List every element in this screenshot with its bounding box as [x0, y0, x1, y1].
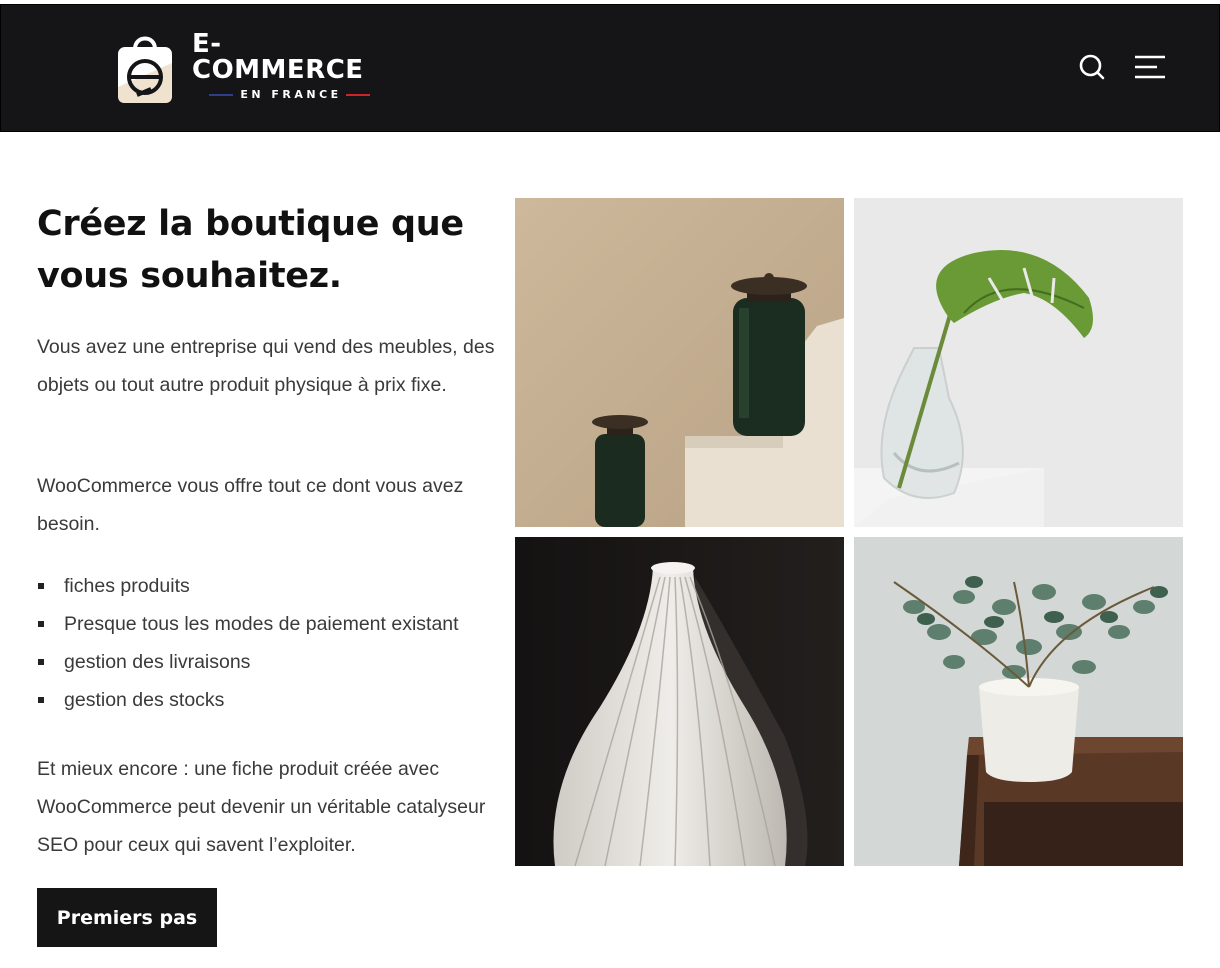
- gallery-image-jars: [515, 198, 844, 527]
- site-logo[interactable]: E-COMMERCE EN FRANCE: [115, 27, 387, 105]
- logo-title: E-COMMERCE: [192, 29, 364, 85]
- gallery-image-vase: [515, 537, 844, 866]
- get-started-button[interactable]: Premiers pas: [37, 888, 217, 947]
- list-item: fiches produits: [37, 567, 459, 605]
- list-item: Presque tous les modes de paiement exist…: [37, 605, 459, 643]
- list-item: gestion des livraisons: [37, 643, 459, 681]
- hero-paragraph-2: WooCommerce vous offre tout ce dont vous…: [37, 475, 464, 535]
- gallery-image-eucalyptus: [854, 537, 1183, 866]
- site-header: E-COMMERCE EN FRANCE: [0, 4, 1220, 132]
- logo-red-line: [345, 93, 370, 96]
- logo-subtitle: EN FRANCE: [240, 88, 342, 101]
- shopping-bag-logo-icon: [115, 27, 175, 105]
- logo-blue-line: [209, 93, 234, 96]
- search-icon[interactable]: [1078, 53, 1106, 86]
- gallery-image-monstera: [854, 198, 1183, 527]
- feature-list: fiches produits Presque tous les modes d…: [37, 567, 459, 719]
- hamburger-menu-icon[interactable]: [1134, 55, 1166, 84]
- hero-paragraph-1: Vous avez une entreprise qui vend des me…: [37, 336, 495, 396]
- hero-paragraph-3: Et mieux encore : une fiche produit créé…: [37, 758, 486, 856]
- list-item: gestion des stocks: [37, 681, 459, 719]
- hero-headline: Créez la boutique que vous souhaitez.: [37, 204, 464, 296]
